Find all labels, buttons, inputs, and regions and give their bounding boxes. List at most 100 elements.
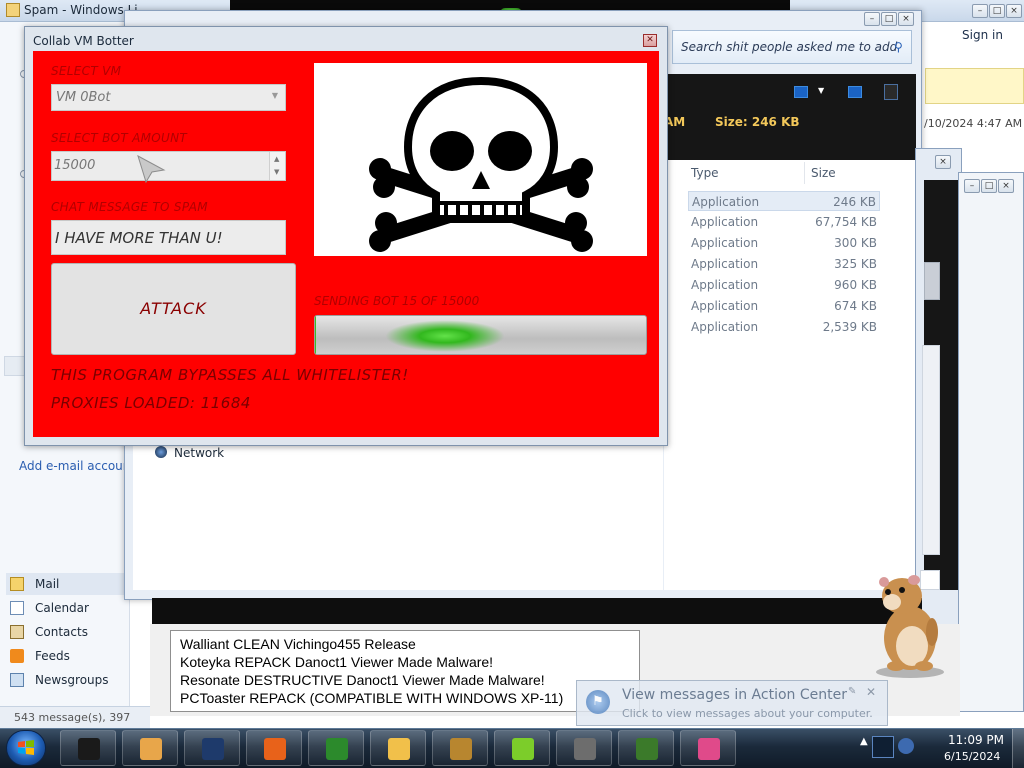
file-row[interactable]: Application 2,539 KB: [688, 317, 880, 337]
gift-box-icon: [450, 738, 472, 760]
show-desktop-button[interactable]: [1012, 729, 1024, 768]
view-icon[interactable]: [794, 86, 808, 98]
chat-message-label: CHAT MESSAGE TO SPAM: [51, 200, 208, 214]
chevron-down-icon[interactable]: ▼: [818, 86, 824, 95]
sign-in-link[interactable]: Sign in: [962, 28, 1003, 42]
file-row[interactable]: Application 300 KB: [688, 233, 880, 253]
explorer-minimize-button[interactable]: –: [864, 12, 880, 26]
chevron-down-icon: ▼: [271, 91, 278, 100]
file-row[interactable]: Application 960 KB: [688, 275, 880, 295]
file-row[interactable]: Application 674 KB: [688, 296, 880, 316]
search-icon[interactable]: ⚲: [894, 40, 903, 54]
taskbar-app-button[interactable]: [122, 730, 178, 766]
pink-display-icon: [698, 738, 720, 760]
clock-time[interactable]: 11:09 PM: [948, 733, 1004, 747]
news-item[interactable]: PCToaster REPACK (COMPATIBLE WITH WINDOW…: [180, 690, 563, 706]
dark-terminal-icon: [78, 738, 100, 760]
column-divider[interactable]: [804, 162, 805, 184]
bot-progress-bar: [314, 315, 647, 355]
taskbar-app-button[interactable]: [370, 730, 426, 766]
close-icon[interactable]: ✕: [866, 685, 876, 699]
vm-select-dropdown[interactable]: VM 0Bot ▼: [51, 84, 286, 111]
file-row[interactable]: Application 246 KB: [688, 191, 880, 211]
toast-subtitle: Click to view messages about your comput…: [622, 707, 873, 720]
add-email-account-link[interactable]: Add e-mail account: [19, 459, 135, 473]
mail-date-fragment: /10/2024 4:47 AM: [924, 117, 1023, 130]
file-type: Application: [692, 195, 760, 209]
network-tray-icon[interactable]: [898, 738, 914, 754]
third-window-minimize-button[interactable]: –: [964, 179, 980, 193]
nav-item-mail[interactable]: Mail: [6, 573, 130, 595]
file-size: 2,539 KB: [822, 320, 877, 334]
skull-icon: [574, 738, 596, 760]
file-size: 960 KB: [834, 278, 877, 292]
mail-minimize-button[interactable]: –: [972, 4, 988, 18]
tray-expand-icon[interactable]: ▲: [860, 736, 868, 747]
progress-glow: [385, 320, 505, 352]
news-item[interactable]: Walliant CLEAN Vichingo455 Release: [180, 636, 416, 652]
newsgroups-icon: [10, 673, 24, 687]
scrollbar-thumb[interactable]: [924, 262, 940, 300]
taskbar-app-button[interactable]: [680, 730, 736, 766]
taskbar-app-button[interactable]: [308, 730, 364, 766]
column-header-type[interactable]: Type: [691, 166, 719, 180]
file-type: Application: [691, 215, 759, 229]
file-size: 674 KB: [834, 299, 877, 313]
nav-item-network[interactable]: Network: [174, 446, 224, 460]
taskbar-app-button[interactable]: [246, 730, 302, 766]
proxies-loaded-text: PROXIES LOADED: 11684: [51, 394, 251, 412]
explorer-maximize-button[interactable]: □: [881, 12, 897, 26]
botter-window-title: Collab VM Botter: [33, 34, 134, 48]
nav-label: Contacts: [35, 625, 88, 639]
explorer-nav-pane: [133, 440, 663, 590]
taskbar-app-button[interactable]: [60, 730, 116, 766]
botter-close-button[interactable]: ✕: [643, 34, 657, 47]
taskbar-app-button[interactable]: [432, 730, 488, 766]
bot-amount-stepper[interactable]: 15000: [51, 151, 286, 181]
second-window-close-button[interactable]: ×: [935, 155, 951, 169]
nav-label: Calendar: [35, 601, 89, 615]
file-row[interactable]: Application 325 KB: [688, 254, 880, 274]
news-item[interactable]: Resonate DESTRUCTIVE Danoct1 Viewer Made…: [180, 672, 545, 688]
spin-down-icon[interactable]: ▼: [274, 168, 279, 176]
preview-pane-icon[interactable]: [848, 86, 862, 98]
rss-icon: [10, 649, 24, 663]
mail-maximize-button[interactable]: □: [989, 4, 1005, 18]
file-size: 67,754 KB: [815, 215, 877, 229]
chat-message-input[interactable]: I HAVE MORE THAN U!: [51, 220, 286, 255]
folder-icon: [388, 738, 410, 760]
nav-label: Newsgroups: [35, 673, 109, 687]
taskbar-app-button[interactable]: [556, 730, 612, 766]
pin-icon[interactable]: ✎: [848, 686, 856, 697]
explorer-close-button[interactable]: ×: [898, 12, 914, 26]
clock-date[interactable]: 6/15/2024: [944, 750, 1000, 763]
nav-item-calendar[interactable]: Calendar: [6, 597, 130, 619]
mail-icon: [10, 577, 24, 591]
spin-up-icon[interactable]: ▲: [274, 155, 279, 163]
column-header-size[interactable]: Size: [811, 166, 836, 180]
hamster-mascot-icon[interactable]: [862, 568, 952, 680]
third-window-maximize-button[interactable]: □: [981, 179, 997, 193]
nav-item-feeds[interactable]: Feeds: [6, 645, 130, 667]
taskbar-app-button[interactable]: [184, 730, 240, 766]
nav-item-contacts[interactable]: Contacts: [6, 621, 130, 643]
system-tray[interactable]: ▲: [860, 730, 932, 766]
help-icon[interactable]: [884, 84, 898, 100]
taskbar-app-button[interactable]: [618, 730, 674, 766]
file-type: Application: [691, 257, 759, 271]
explorer-search-input[interactable]: Search shit people asked me to add: [672, 30, 912, 64]
file-row[interactable]: Application 67,754 KB: [688, 212, 880, 232]
skull-crossbones-icon: [369, 76, 593, 252]
action-center-icon: ⚑: [586, 690, 610, 714]
third-window-close-button[interactable]: ×: [998, 179, 1014, 193]
bot-amount-spinner[interactable]: ▲ ▼: [269, 152, 285, 180]
taskbar-app-button[interactable]: [494, 730, 550, 766]
nav-label: Feeds: [35, 649, 70, 663]
news-item[interactable]: Koteyka REPACK Danoct1 Viewer Made Malwa…: [180, 654, 493, 670]
mail-close-button[interactable]: ×: [1006, 4, 1022, 18]
nav-item-newsgroups[interactable]: Newsgroups: [6, 669, 130, 691]
attack-button[interactable]: ATTACK: [51, 263, 296, 355]
scrollbar-track[interactable]: [922, 345, 940, 555]
tray-app-icon[interactable]: [872, 736, 894, 758]
bypass-notice: THIS PROGRAM BYPASSES ALL WHITELISTER!: [51, 366, 409, 384]
